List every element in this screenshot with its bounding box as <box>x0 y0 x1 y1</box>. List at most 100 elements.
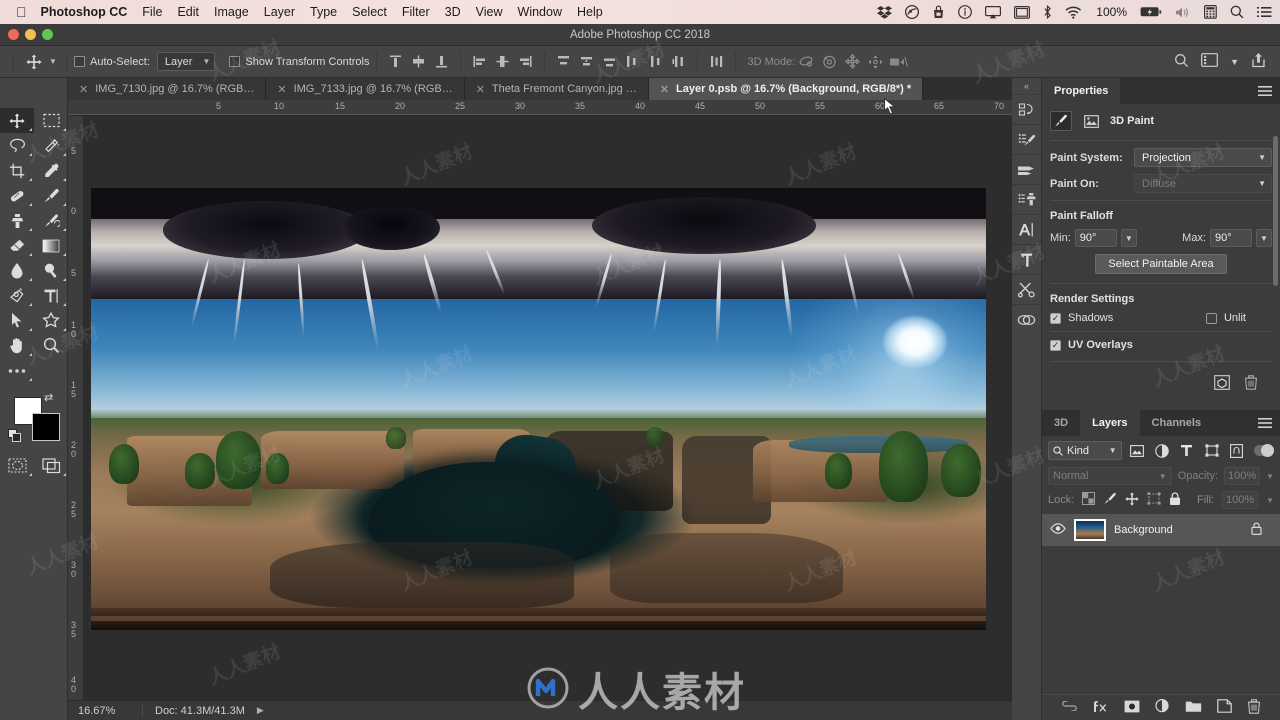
wifi-icon[interactable] <box>1065 6 1082 19</box>
document-tab-4-active[interactable]: ✕ Layer 0.psb @ 16.7% (Background, RGB/8… <box>648 78 924 100</box>
texture-image-icon[interactable] <box>1080 111 1102 131</box>
table-row[interactable]: Background <box>1042 514 1280 546</box>
display-icon[interactable] <box>1014 5 1031 19</box>
bluetooth-icon[interactable] <box>1043 5 1052 19</box>
uv-overlays-checkbox[interactable]: ✓ <box>1050 339 1061 351</box>
pan-3d-object-button[interactable] <box>841 51 864 73</box>
lock-image-pixels-icon[interactable] <box>1103 492 1117 508</box>
history-brush-tool-button[interactable] <box>34 208 68 233</box>
align-left-edges-button[interactable] <box>468 51 491 73</box>
close-tab-icon[interactable]: ✕ <box>277 83 286 96</box>
align-top-edges-button[interactable] <box>384 51 407 73</box>
edit-toolbar-button[interactable] <box>0 358 34 383</box>
tab-3d[interactable]: 3D <box>1042 410 1080 436</box>
falloff-max-input[interactable]: 90° <box>1210 229 1252 247</box>
unlit-checkbox[interactable]: ✓ <box>1205 312 1217 324</box>
lock-transparent-pixels-icon[interactable] <box>1082 492 1096 508</box>
show-transform-controls-checkbox[interactable] <box>229 56 241 67</box>
delete-layer-icon[interactable] <box>1247 698 1261 717</box>
lock-position-icon[interactable] <box>1125 491 1139 509</box>
paragraph-panel-icon[interactable] <box>1012 244 1041 274</box>
notification-center-icon[interactable] <box>1257 6 1272 18</box>
menu-help[interactable]: Help <box>577 5 603 19</box>
menu-filter[interactable]: Filter <box>402 5 430 19</box>
blend-mode-dropdown[interactable]: Normal ▼ <box>1048 467 1172 485</box>
paint-brush-icon[interactable] <box>1050 111 1072 131</box>
menu-3d[interactable]: 3D <box>445 5 461 19</box>
battery-icon[interactable] <box>1140 6 1162 18</box>
gradient-tool-button[interactable] <box>34 233 68 258</box>
history-panel-icon[interactable] <box>1012 94 1041 124</box>
document-tab-3[interactable]: ✕ Theta Fremont Canyon.jpg … <box>464 78 649 100</box>
chevron-down-icon[interactable]: ▼ <box>1256 229 1272 247</box>
custom-shape-tool-button[interactable] <box>34 308 68 333</box>
blur-tool-button[interactable] <box>0 258 34 283</box>
info-circle-icon[interactable] <box>958 5 973 19</box>
brush-tool-button[interactable] <box>34 183 68 208</box>
menu-app-name[interactable]: Photoshop CC <box>41 5 128 19</box>
clone-stamp-tool-button[interactable] <box>0 208 34 233</box>
chevron-down-icon[interactable]: ▼ <box>1266 472 1274 481</box>
volume-icon[interactable] <box>1175 6 1191 19</box>
align-horizontal-centers-button[interactable] <box>491 51 514 73</box>
tab-layers[interactable]: Layers <box>1080 410 1140 436</box>
menu-edit[interactable]: Edit <box>177 5 199 19</box>
dropbox-icon[interactable] <box>877 5 893 19</box>
auto-select-checkbox[interactable] <box>74 56 85 67</box>
apple-menu-icon[interactable]:  <box>16 5 27 19</box>
chevron-down-icon[interactable]: ▼ <box>1266 496 1274 505</box>
canvas-viewport[interactable] <box>84 116 1012 700</box>
character-panel-icon[interactable] <box>1012 214 1041 244</box>
paint-system-dropdown[interactable]: Projection ▼ <box>1134 148 1272 167</box>
layer-locked-icon[interactable] <box>1251 522 1272 538</box>
add-layer-mask-icon[interactable] <box>1124 700 1140 716</box>
fill-value-input[interactable]: 100% <box>1222 491 1259 509</box>
layer-filter-kind-dropdown[interactable]: Kind ▼ <box>1048 441 1122 460</box>
expand-panels-button[interactable]: « <box>1012 78 1041 94</box>
lock-artboard-icon[interactable] <box>1147 492 1161 508</box>
eraser-tool-button[interactable] <box>0 233 34 258</box>
distribute-bottom-edges-button[interactable] <box>598 51 621 73</box>
hand-tool-button[interactable] <box>0 333 34 358</box>
swap-colors-icon[interactable]: ⇄ <box>44 391 53 404</box>
lock-all-icon[interactable] <box>1169 491 1181 509</box>
image-canvas[interactable] <box>91 188 986 630</box>
new-adjustment-layer-icon[interactable] <box>1155 698 1170 716</box>
filter-adjustment-icon[interactable] <box>1153 441 1172 460</box>
document-tab-1[interactable]: ✕ IMG_7130.jpg @ 16.7% (RGB… <box>68 78 267 100</box>
lasso-tool-button[interactable] <box>0 133 34 158</box>
calculator-icon[interactable] <box>1204 5 1217 19</box>
slide-3d-object-button[interactable] <box>864 51 887 73</box>
chevron-down-icon[interactable]: ▼ <box>1120 229 1137 247</box>
filter-type-icon[interactable] <box>1177 441 1196 460</box>
align-right-edges-button[interactable] <box>514 51 537 73</box>
tool-preset-chevron-icon[interactable]: ▼ <box>47 57 59 66</box>
quick-mask-mode-button[interactable] <box>0 453 34 478</box>
new-3d-layer-icon[interactable] <box>1214 375 1230 393</box>
horizontal-ruler[interactable]: 5 10 15 20 25 30 35 40 45 50 55 60 65 70 <box>68 100 1012 116</box>
distribute-top-edges-button[interactable] <box>552 51 575 73</box>
brush-panel-icon[interactable] <box>1012 124 1041 154</box>
distribute-horizontal-centers-button[interactable] <box>644 51 667 73</box>
falloff-min-input[interactable]: 90° <box>1074 229 1117 247</box>
select-paintable-area-button[interactable]: Select Paintable Area <box>1095 254 1227 274</box>
dodge-tool-button[interactable] <box>34 258 68 283</box>
distribute-spacing-button[interactable] <box>705 51 728 73</box>
scale-3d-object-button[interactable] <box>887 51 910 73</box>
chevron-right-icon[interactable]: ▶ <box>257 705 264 716</box>
link-layers-icon[interactable] <box>1061 700 1078 714</box>
eyedropper-tool-button[interactable] <box>34 158 68 183</box>
unlit-checkbox-group[interactable]: ✓ Unlit <box>1205 312 1246 324</box>
layer-name[interactable]: Background <box>1114 524 1173 536</box>
bag-icon[interactable] <box>932 5 945 19</box>
tab-channels[interactable]: Channels <box>1140 410 1214 436</box>
menu-type[interactable]: Type <box>310 5 337 19</box>
vertical-ruler[interactable]: 5 0 5 1 0 1 5 2 0 2 5 3 0 3 5 4 0 <box>68 116 84 700</box>
zoom-tool-button[interactable] <box>34 333 68 358</box>
brush-settings-panel-icon[interactable] <box>1012 154 1041 184</box>
close-tab-icon[interactable]: ✕ <box>660 83 669 96</box>
creative-cloud-icon[interactable] <box>905 5 920 19</box>
tool-presets-panel-icon[interactable] <box>1012 274 1041 304</box>
panel-menu-icon[interactable] <box>1258 410 1280 436</box>
layer-visibility-eye-icon[interactable] <box>1050 523 1066 537</box>
